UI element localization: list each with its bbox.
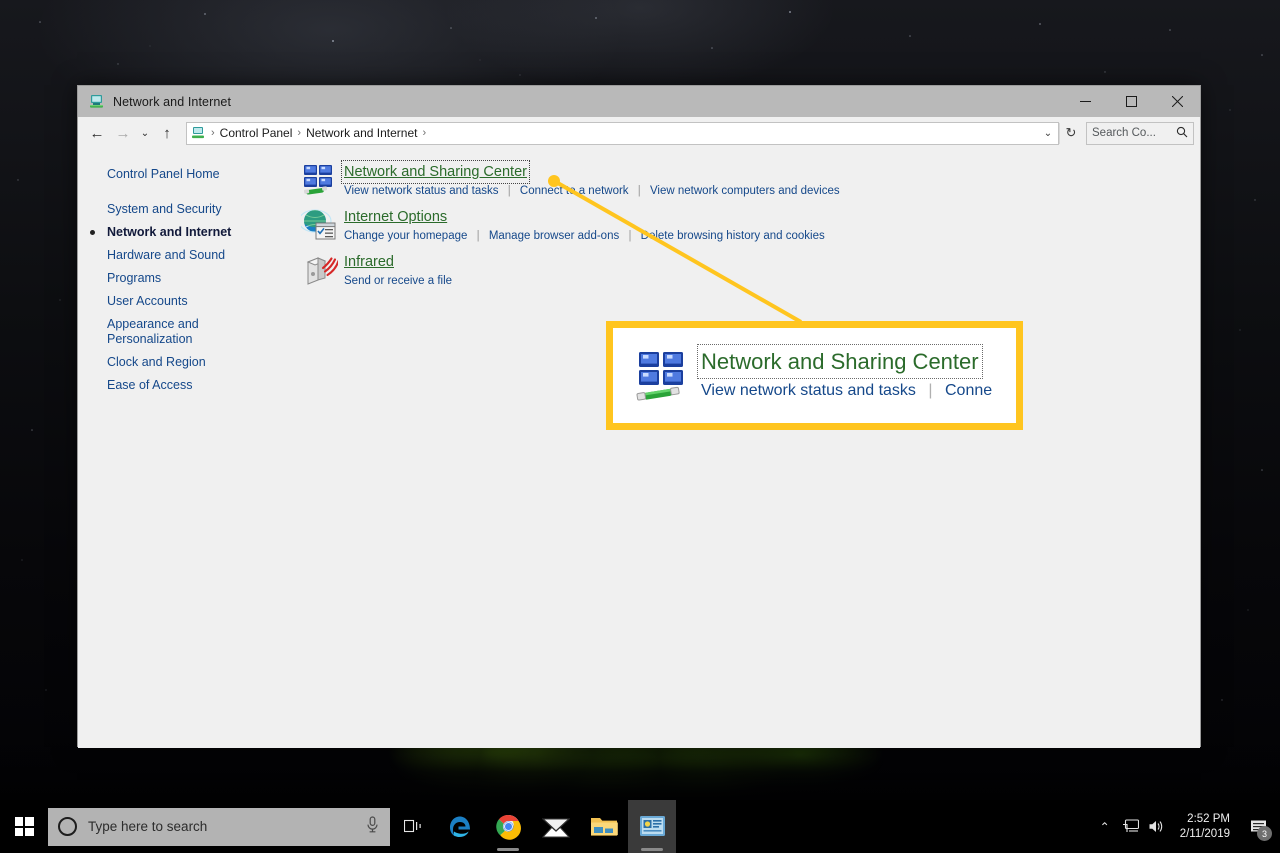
windows-logo-icon — [14, 817, 34, 836]
category-sublinks: Change your homepage | Manage browser ad… — [344, 229, 825, 244]
link-delete-browsing-history-and-cookies[interactable]: Delete browsing history and cookies — [641, 230, 825, 242]
refresh-button[interactable]: ↻ — [1059, 122, 1082, 144]
infrared-icon — [301, 252, 340, 289]
forward-button[interactable]: → — [110, 120, 136, 146]
taskbar-search-box[interactable]: Type here to search — [48, 807, 390, 846]
window-title: Network and Internet — [113, 94, 232, 109]
window-titlebar[interactable]: Network and Internet — [78, 86, 1200, 117]
sidebar-item-network-and-internet[interactable]: Network and Internet — [78, 221, 293, 244]
network-sharing-center-icon — [635, 348, 691, 404]
zoom-callout-box: Network and Sharing Center View network … — [606, 321, 1023, 430]
sidebar-item-appearance-and-personalization[interactable]: Appearance and Personalization — [78, 313, 293, 351]
address-bar[interactable]: › Control Panel › Network and Internet ›… — [186, 121, 1059, 145]
link-network-and-sharing-center[interactable]: Network and Sharing Center — [341, 160, 530, 184]
taskbar-app-mail[interactable] — [532, 800, 580, 853]
search-placeholder: Search Co... — [1092, 127, 1156, 139]
sidebar-item-control-panel-home[interactable]: Control Panel Home — [78, 163, 293, 186]
callout-link-separator: | — [928, 382, 933, 399]
maximize-button[interactable] — [1108, 86, 1154, 117]
microphone-icon[interactable] — [365, 816, 380, 837]
edge-icon — [449, 816, 470, 838]
minimize-button[interactable] — [1062, 86, 1108, 117]
category-body: Network and Sharing Center View network … — [341, 160, 840, 199]
chevron-down-icon[interactable]: ⌄ — [1038, 128, 1058, 139]
desktop: Network and Internet ← → ⌄ ↑ › Control P… — [0, 0, 1280, 853]
taskbar-app-chrome[interactable] — [484, 800, 532, 853]
mail-icon — [542, 818, 570, 837]
system-tray: ⌃ 2:52 PM 2/11/2019 3 — [1092, 800, 1280, 853]
close-button[interactable] — [1154, 86, 1200, 117]
link-separator: | — [628, 230, 632, 242]
control-panel-sidebar: Control Panel Home System and Security N… — [78, 149, 293, 748]
recent-locations-icon[interactable]: ⌄ — [136, 120, 154, 146]
window-content: Control Panel Home System and Security N… — [78, 149, 1200, 748]
taskbar: Type here to search ⌃ 2:52 PM 2/11/2019 … — [0, 800, 1280, 853]
category-sublinks: View network status and tasks | Connect … — [344, 184, 840, 199]
network-folder-icon — [88, 93, 105, 110]
category-body: Infrared Send or receive a file — [344, 252, 452, 289]
sidebar-item-clock-and-region[interactable]: Clock and Region — [78, 351, 293, 374]
control-panel-icon — [190, 125, 206, 141]
taskbar-app-edge[interactable] — [436, 800, 484, 853]
sidebar-item-user-accounts[interactable]: User Accounts — [78, 290, 293, 313]
back-button[interactable]: ← — [84, 120, 110, 146]
taskbar-search-placeholder: Type here to search — [88, 819, 208, 834]
callout-title-network-and-sharing-center[interactable]: Network and Sharing Center — [697, 344, 983, 379]
callout-link-connect-truncated[interactable]: Conne — [945, 382, 992, 399]
sidebar-item-system-and-security[interactable]: System and Security — [78, 198, 293, 221]
breadcrumb-control-panel[interactable]: Control Panel — [216, 126, 297, 140]
network-sharing-center-icon — [301, 162, 338, 199]
link-manage-browser-add-ons[interactable]: Manage browser add-ons — [489, 230, 619, 242]
link-change-your-homepage[interactable]: Change your homepage — [344, 230, 467, 242]
sidebar-item-programs[interactable]: Programs — [78, 267, 293, 290]
clock-time: 2:52 PM — [1187, 812, 1230, 825]
search-control-panel-input[interactable]: Search Co... — [1086, 121, 1194, 145]
sidebar-item-hardware-and-sound[interactable]: Hardware and Sound — [78, 244, 293, 267]
file-explorer-icon — [591, 818, 618, 836]
category-infrared: Infrared Send or receive a file — [301, 252, 1200, 289]
link-internet-options[interactable]: Internet Options — [344, 208, 447, 226]
callout-link-view-network-status-and-tasks[interactable]: View network status and tasks — [701, 382, 916, 399]
network-monitor-icon[interactable] — [1118, 800, 1144, 853]
sidebar-item-ease-of-access[interactable]: Ease of Access — [78, 374, 293, 397]
link-view-network-status-and-tasks[interactable]: View network status and tasks — [344, 185, 498, 197]
search-icon — [1176, 126, 1188, 141]
link-infrared[interactable]: Infrared — [344, 253, 394, 271]
breadcrumb-separator[interactable]: › — [421, 127, 427, 139]
start-button[interactable] — [0, 800, 48, 853]
cortana-circle-icon — [58, 817, 77, 836]
navigation-bar: ← → ⌄ ↑ › Control Panel › Network and In… — [78, 117, 1200, 149]
link-separator: | — [637, 185, 641, 197]
task-view-button[interactable] — [390, 800, 436, 853]
window-controls — [1062, 86, 1200, 117]
category-network-and-sharing-center: Network and Sharing Center View network … — [301, 160, 1200, 199]
up-button[interactable]: ↑ — [154, 120, 180, 146]
category-internet-options: Internet Options Change your homepage | … — [298, 207, 1200, 244]
notification-count-badge: 3 — [1257, 826, 1272, 841]
callout-content: Network and Sharing Center View network … — [613, 328, 1016, 404]
breadcrumb-network-and-internet[interactable]: Network and Internet — [302, 126, 421, 140]
callout-sublinks: View network status and tasks | Conne — [701, 382, 992, 400]
category-list: Network and Sharing Center View network … — [293, 149, 1200, 748]
link-view-network-computers-and-devices[interactable]: View network computers and devices — [650, 185, 840, 197]
category-body: Internet Options Change your homepage | … — [344, 207, 825, 244]
action-center-button[interactable]: 3 — [1242, 800, 1274, 853]
speaker-icon[interactable] — [1144, 800, 1170, 853]
clock-date: 2/11/2019 — [1179, 827, 1230, 840]
link-connect-to-a-network[interactable]: Connect to a network — [520, 185, 629, 197]
link-separator: | — [476, 230, 480, 242]
taskbar-app-file-explorer[interactable] — [580, 800, 628, 853]
internet-options-icon — [298, 207, 338, 244]
taskbar-app-control-panel[interactable] — [628, 800, 676, 853]
link-send-or-receive-a-file[interactable]: Send or receive a file — [344, 275, 452, 287]
link-separator: | — [507, 185, 511, 197]
taskbar-clock[interactable]: 2:52 PM 2/11/2019 — [1170, 812, 1242, 842]
callout-text-block: Network and Sharing Center View network … — [697, 344, 992, 404]
show-hidden-icons-button[interactable]: ⌃ — [1092, 800, 1118, 853]
category-sublinks: Send or receive a file — [344, 274, 452, 289]
address-bar-right: ⌄ — [1038, 128, 1058, 139]
control-panel-icon — [639, 816, 665, 836]
chrome-icon — [495, 814, 521, 840]
